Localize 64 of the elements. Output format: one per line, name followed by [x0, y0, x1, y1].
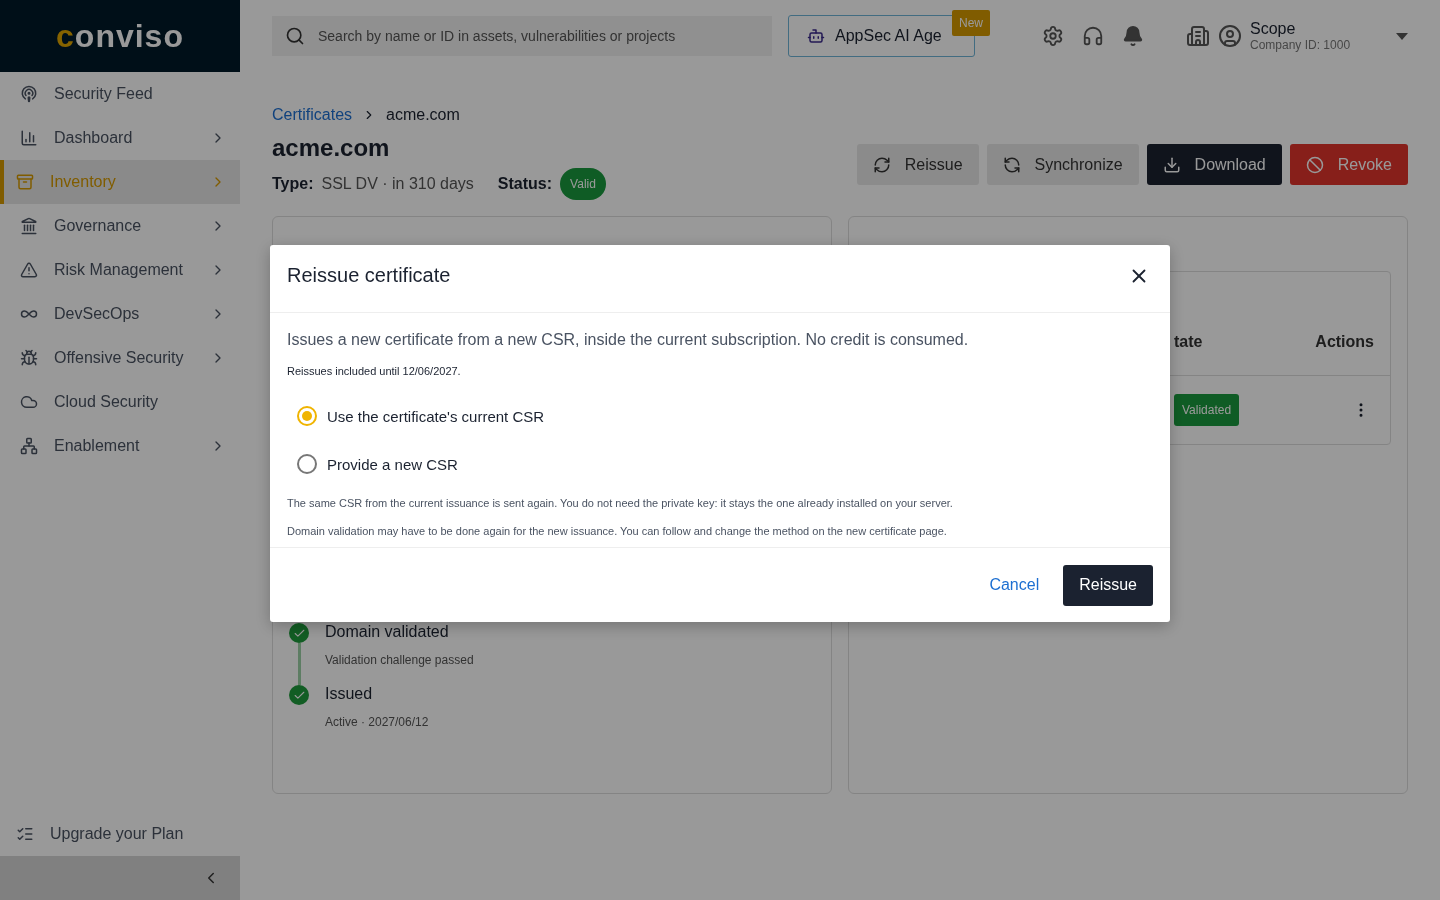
sidebar-item[interactable]: Dashboard [0, 116, 240, 160]
column-header: tate [1174, 332, 1203, 351]
scope-name: Scope [1250, 20, 1297, 38]
action-button[interactable]: Reissue [856, 144, 979, 185]
sidebar-item[interactable]: DevSecOps [0, 292, 240, 336]
status-label: Status: [497, 175, 553, 193]
step-title: Domain validated [325, 623, 450, 641]
new-badge: New [952, 10, 990, 36]
action-button[interactable]: Revoke [1289, 144, 1408, 185]
reissue-button[interactable]: Reissue [1063, 564, 1153, 606]
settings-icon[interactable] [1042, 25, 1064, 47]
action-icon [1162, 155, 1181, 174]
step-detail: Active · 2027/06/12 [325, 715, 429, 729]
sidebar-item[interactable]: Offensive Security [0, 336, 240, 380]
nav-icon [20, 217, 38, 235]
action-button[interactable]: Download [1146, 144, 1282, 185]
upgrade-link[interactable]: Upgrade your Plan [0, 812, 240, 856]
nav-icon [20, 261, 38, 279]
step-detail: Validation challenge passed [325, 653, 474, 667]
option-label: Provide a new CSR [327, 455, 458, 473]
page-title: acme.com [272, 134, 391, 162]
radio-button[interactable] [297, 406, 317, 426]
sidebar-item[interactable]: Cloud Security [0, 380, 240, 424]
column-header: Actions [1315, 332, 1374, 351]
reissue-note: Reissues included until 12/06/2027. [287, 365, 462, 377]
robot-icon [807, 27, 825, 45]
checklist-icon [16, 825, 34, 843]
step-title: Issued [325, 685, 374, 703]
nav-icon [20, 393, 38, 411]
dropdown-icon[interactable] [1396, 32, 1408, 40]
sidebar-item[interactable]: Risk Management [0, 248, 240, 292]
sidebar-item[interactable]: Governance [0, 204, 240, 248]
info-text: The same CSR from the current issuance is sent again. You do not need the private key: it stays the one already installed on your server. [287, 497, 954, 509]
nav-icon [20, 437, 38, 455]
logo: conviso [56, 17, 184, 55]
action-button[interactable]: Synchronize [986, 144, 1139, 185]
info-text: Domain validation may have to be done again for the new issuance. You can follow and change the method on the new certificate page. [287, 525, 948, 537]
breadcrumb-current: acme.com [386, 106, 460, 124]
cancel-button[interactable]: Cancel [989, 576, 1040, 594]
nav-icon [20, 349, 38, 367]
state-tag: Validated [1174, 394, 1240, 426]
dialog-description: Issues a new certificate from a new CSR, inside the current subscription. No credit is consumed. [287, 331, 970, 349]
building-icon [1186, 24, 1210, 48]
nav-icon [20, 85, 38, 103]
type-label: Type: [272, 175, 314, 193]
search-icon [285, 26, 305, 46]
radio-button[interactable] [297, 454, 317, 474]
bell-icon[interactable] [1122, 25, 1144, 47]
status-badge: Valid [560, 168, 606, 200]
nav-icon [20, 129, 38, 147]
option-label: Use the certificate's current CSR [327, 407, 545, 425]
dialog-title: Reissue certificate [287, 264, 451, 287]
user-icon [1218, 24, 1242, 48]
action-icon [1305, 155, 1324, 174]
company-id: Company ID: 1000 [1250, 38, 1352, 52]
sidebar-item[interactable]: Security Feed [0, 72, 240, 116]
search-field[interactable]: Search by name or ID in assets, vulnerabilities or projects [272, 16, 772, 56]
action-icon [1002, 155, 1021, 174]
breadcrumb-link[interactable]: Certificates [272, 106, 353, 124]
type-value: SSL DV · in 310 days [321, 175, 474, 193]
headset-icon[interactable] [1082, 25, 1104, 47]
sidebar-item[interactable]: Enablement [0, 424, 240, 468]
nav-icon [16, 173, 34, 191]
action-icon [872, 155, 891, 174]
